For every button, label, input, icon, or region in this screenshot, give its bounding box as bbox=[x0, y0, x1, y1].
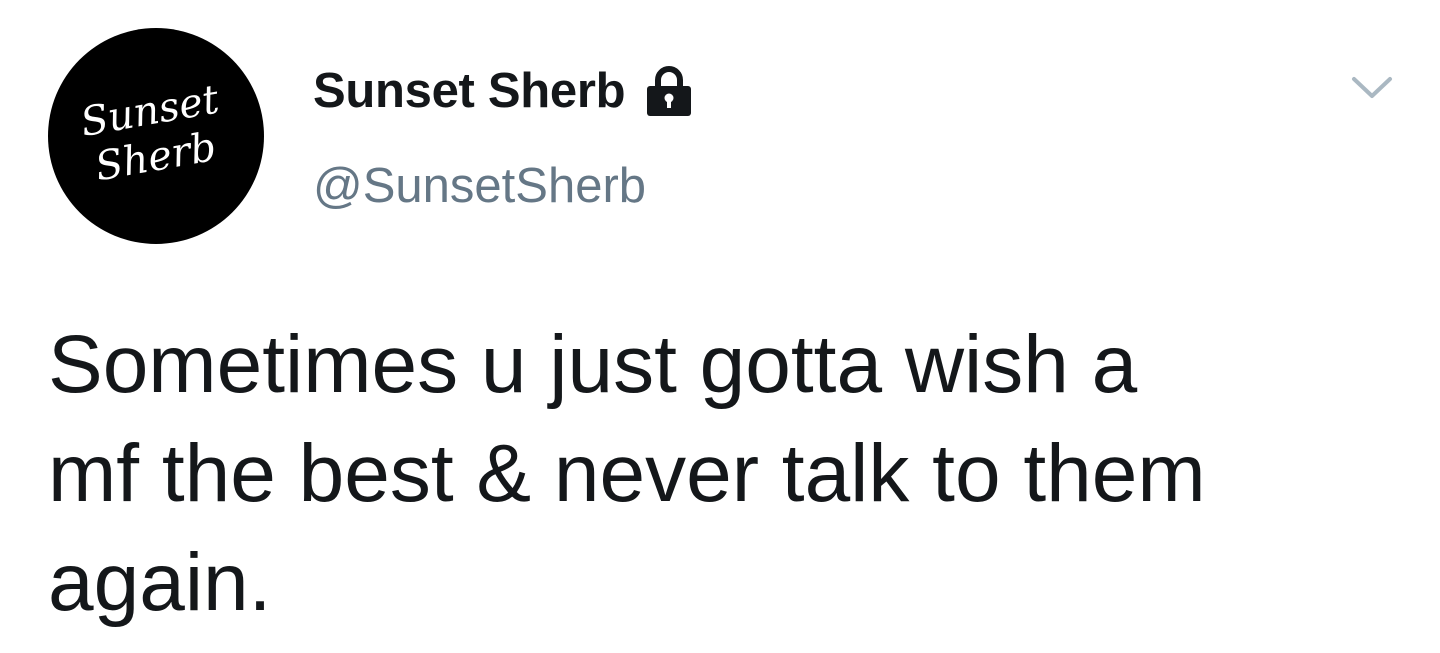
chevron-down-icon[interactable] bbox=[1350, 74, 1394, 102]
tweet-text-line: mf the best & never talk to them bbox=[48, 428, 1206, 519]
user-handle[interactable]: @SunsetSherb bbox=[313, 158, 646, 214]
tweet-text-line: again. bbox=[48, 537, 272, 628]
tweet-card: Sunset Sherb Sunset Sherb @SunsetSherb S… bbox=[0, 0, 1440, 653]
tweet-text-line: Sometimes u just gotta wish a bbox=[48, 319, 1138, 410]
avatar[interactable]: Sunset Sherb bbox=[48, 28, 264, 244]
tweet-text: Sometimes u just gotta wish a mf the bes… bbox=[48, 310, 1378, 637]
avatar-logo: Sunset Sherb bbox=[77, 76, 223, 190]
display-name[interactable]: Sunset Sherb bbox=[313, 63, 626, 119]
lock-icon bbox=[643, 64, 695, 118]
display-name-row: Sunset Sherb bbox=[313, 58, 695, 124]
